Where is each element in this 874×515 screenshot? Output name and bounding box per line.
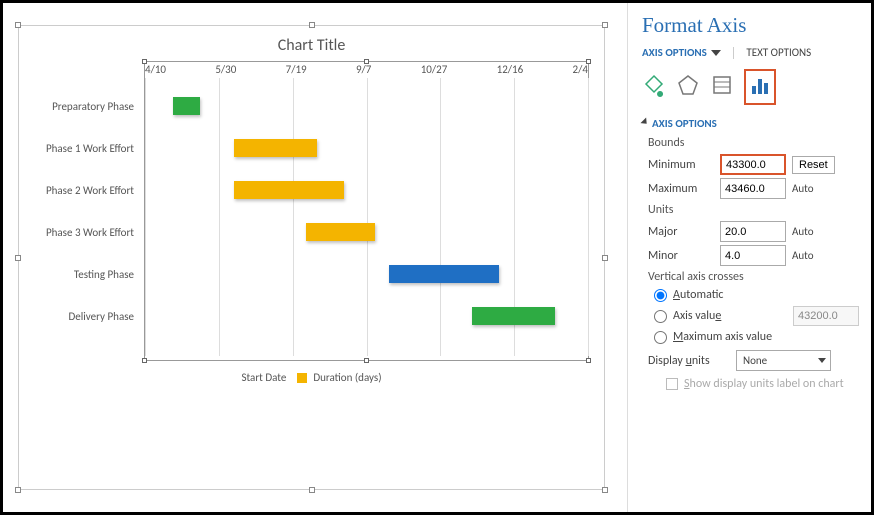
expand-caret-icon <box>640 117 649 126</box>
minimum-label: Minimum <box>648 158 714 172</box>
crosses-label: Vertical axis crosses <box>648 270 859 284</box>
gantt-bar[interactable] <box>389 265 500 283</box>
category-label: Phase 2 Work Effort <box>30 184 140 197</box>
legend-item-duration: Duration (days) <box>313 371 381 384</box>
gantt-bar[interactable] <box>234 181 345 199</box>
category-label: Phase 3 Work Effort <box>30 226 140 239</box>
fill-line-icon[interactable] <box>642 73 666 101</box>
category-label: Preparatory Phase <box>30 100 140 113</box>
effects-icon[interactable] <box>676 73 700 101</box>
radio-axis-value-label: Axis value <box>673 309 721 323</box>
radio-max-value-label: Maximum axis value <box>673 330 772 344</box>
bounds-label: Bounds <box>648 136 859 150</box>
major-auto: Auto <box>792 225 828 238</box>
format-axis-pane: Format Axis AXIS OPTIONS TEXT OPTIONS AX… <box>627 3 871 512</box>
display-units-select[interactable]: None <box>736 350 831 371</box>
chart-title[interactable]: Chart Title <box>34 36 589 55</box>
legend-swatch-icon <box>297 373 307 383</box>
radio-max-value[interactable] <box>654 331 667 344</box>
major-unit-input[interactable] <box>720 221 786 242</box>
major-label: Major <box>648 225 714 239</box>
plot-area: Preparatory PhasePhase 1 Work EffortPhas… <box>145 78 588 356</box>
gantt-bar[interactable] <box>306 223 375 241</box>
category-label: Delivery Phase <box>30 310 140 323</box>
minimum-input[interactable] <box>720 154 786 175</box>
horizontal-axis[interactable]: 4/105/307/199/710/2712/162/4 Preparatory… <box>144 61 589 361</box>
reset-button[interactable]: Reset <box>792 156 835 174</box>
chart-frame[interactable]: Chart Title 4/105/307/199/710/2712/162/4… <box>18 25 605 490</box>
legend[interactable]: Start Date Duration (days) <box>34 371 589 384</box>
gantt-bar[interactable] <box>234 139 317 157</box>
pane-title: Format Axis <box>642 13 859 38</box>
axis-ticks: 4/105/307/199/710/2712/162/4 <box>145 62 588 78</box>
size-properties-icon[interactable] <box>710 73 734 101</box>
tab-text-options[interactable]: TEXT OPTIONS <box>746 46 811 59</box>
app-window: Chart Title 4/105/307/199/710/2712/162/4… <box>0 0 874 515</box>
gantt-bar[interactable] <box>472 307 555 325</box>
minor-label: Minor <box>648 249 714 263</box>
radio-automatic[interactable] <box>654 289 667 302</box>
minor-auto: Auto <box>792 249 828 262</box>
radio-automatic-label: Automatic <box>673 288 723 302</box>
units-label: Units <box>648 203 859 217</box>
gantt-bar[interactable] <box>173 97 201 115</box>
maximum-label: Maximum <box>648 182 714 196</box>
category-label: Testing Phase <box>30 268 140 281</box>
minor-unit-input[interactable] <box>720 245 786 266</box>
maximum-auto: Auto <box>792 182 828 195</box>
legend-item-start: Start Date <box>241 371 286 384</box>
axis-options-icon[interactable] <box>744 69 776 105</box>
chevron-down-icon <box>711 50 721 56</box>
chevron-down-icon <box>818 358 826 363</box>
tab-axis-options[interactable]: AXIS OPTIONS <box>642 46 721 59</box>
chart-area: Chart Title 4/105/307/199/710/2712/162/4… <box>3 3 627 512</box>
category-label: Phase 1 Work Effort <box>30 142 140 155</box>
display-units-label: Display units <box>648 354 728 368</box>
section-axis-options[interactable]: AXIS OPTIONS <box>642 117 859 130</box>
show-units-label-check: Show display units label on chart <box>666 377 859 391</box>
radio-axis-value[interactable] <box>654 310 667 323</box>
maximum-input[interactable] <box>720 178 786 199</box>
axis-value-input <box>793 306 859 326</box>
